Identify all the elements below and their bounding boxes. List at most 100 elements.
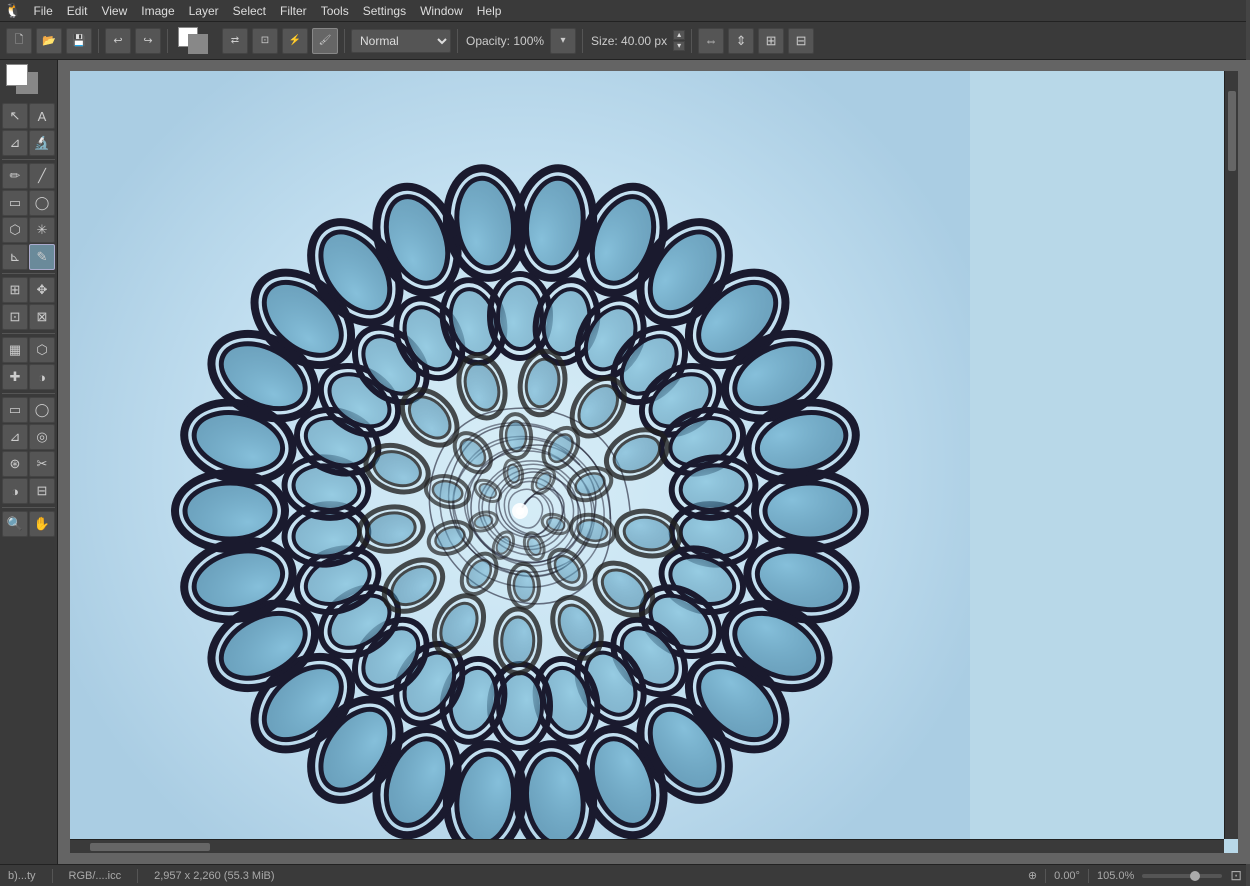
blend-mode-select[interactable]: Normal Dissolve Multiply Screen Overlay bbox=[351, 29, 451, 53]
tool-row-select-3: ⊛ ✂ bbox=[2, 451, 55, 477]
vertical-scrollbar[interactable] bbox=[1224, 71, 1238, 839]
tool-text[interactable]: A bbox=[29, 103, 55, 129]
artwork-canvas bbox=[70, 71, 970, 853]
tool-ellipse-select[interactable]: ◯ bbox=[29, 190, 55, 216]
tool-crop[interactable]: ⊡ bbox=[2, 304, 28, 330]
tool-zoom[interactable]: 🔍 bbox=[2, 511, 28, 537]
tool-row-3: ✏ ╱ bbox=[2, 163, 55, 189]
tool-pointer[interactable]: ↖ bbox=[2, 103, 28, 129]
menu-window[interactable]: Window bbox=[414, 2, 469, 20]
menu-tools[interactable]: Tools bbox=[315, 2, 355, 20]
tool-sep-5 bbox=[2, 507, 55, 508]
pointer-icon: ⊕ bbox=[1028, 869, 1037, 882]
tool-star[interactable]: ✳ bbox=[29, 217, 55, 243]
menu-edit[interactable]: Edit bbox=[61, 2, 94, 20]
tool-polygon[interactable]: ⬡ bbox=[2, 217, 28, 243]
toolbox: ↖ A ⊿ 🔬 ✏ ╱ ▭ ◯ ⬡ ✳ ⊾ ✎ ⊞ ✥ ⊡ bbox=[0, 60, 58, 864]
size-up-button[interactable]: ▴ bbox=[673, 30, 685, 40]
menu-filter[interactable]: Filter bbox=[274, 2, 313, 20]
statusbar-sep-3 bbox=[1045, 869, 1046, 883]
tool-eyedropper[interactable]: 🔬 bbox=[29, 130, 55, 156]
tool-row-2: ⊿ 🔬 bbox=[2, 130, 55, 156]
dimensions-label: 2,957 x 2,260 (55.3 MiB) bbox=[154, 870, 274, 882]
tool-sep-3 bbox=[2, 333, 55, 334]
opacity-down-button[interactable]: ▾ bbox=[550, 28, 576, 54]
tool-row-select-4: ◑ ⊟ bbox=[2, 478, 55, 504]
tool-heal[interactable]: ✚ bbox=[2, 364, 28, 390]
tool-row-9: ▦ ⬡ bbox=[2, 337, 55, 363]
tool-row-5: ⬡ ✳ bbox=[2, 217, 55, 243]
redo-button[interactable]: ↪ bbox=[135, 28, 161, 54]
tool-gradient[interactable]: ▦ bbox=[2, 337, 28, 363]
brush-select-button[interactable]: 🖌 bbox=[312, 28, 338, 54]
open-button[interactable]: 📂 bbox=[36, 28, 62, 54]
zoom-slider-thumb[interactable] bbox=[1190, 871, 1200, 881]
tool-dodge[interactable]: ◑ bbox=[29, 364, 55, 390]
size-down-button[interactable]: ▾ bbox=[673, 41, 685, 51]
tool-rect-sel2[interactable]: ▭ bbox=[2, 397, 28, 423]
background-color[interactable] bbox=[188, 34, 208, 54]
paint-mode-button[interactable]: ⚡ bbox=[282, 28, 308, 54]
reset-colors-button[interactable]: ⊡ bbox=[252, 28, 278, 54]
flip-horizontal-button[interactable]: ⇔ bbox=[698, 28, 724, 54]
tool-fg-sel[interactable]: ◑ bbox=[2, 478, 28, 504]
tool-move[interactable]: ✥ bbox=[29, 277, 55, 303]
statusbar-sep-2 bbox=[137, 869, 138, 883]
tool-sel-edit[interactable]: ⊟ bbox=[29, 478, 55, 504]
menubar: 🐧 File Edit View Image Layer Select Filt… bbox=[0, 0, 1250, 22]
tool-ellipse-sel[interactable]: ◯ bbox=[29, 397, 55, 423]
new-button[interactable]: 🗋 bbox=[6, 28, 32, 54]
vscroll-thumb[interactable] bbox=[1228, 91, 1236, 171]
menu-image[interactable]: Image bbox=[135, 2, 180, 20]
tool-sep-2 bbox=[2, 273, 55, 274]
tool-pencil[interactable]: ✏ bbox=[2, 163, 28, 189]
flip-vertical-button[interactable]: ⇕ bbox=[728, 28, 754, 54]
menu-settings[interactable]: Settings bbox=[357, 2, 412, 20]
filename-label: b)...ty bbox=[8, 870, 36, 882]
tool-free-sel[interactable]: ⊿ bbox=[2, 424, 28, 450]
gimp-logo: 🐧 bbox=[4, 2, 21, 19]
tool-scissors[interactable]: ✂ bbox=[29, 451, 55, 477]
tool-fuzzy-sel[interactable]: ◎ bbox=[29, 424, 55, 450]
grid-button[interactable]: ⊟ bbox=[788, 28, 814, 54]
tool-sel-by-color[interactable]: ⊛ bbox=[2, 451, 28, 477]
hscroll-thumb[interactable] bbox=[90, 843, 210, 851]
swap-colors-button[interactable]: ⇄ bbox=[222, 28, 248, 54]
tool-pan[interactable]: ✋ bbox=[29, 511, 55, 537]
toolbar: 🗋 📂 💾 ↩ ↪ ⇄ ⊡ ⚡ 🖌 Normal Dissolve Multip… bbox=[0, 22, 1250, 60]
opacity-label: Opacity: 100% bbox=[466, 34, 544, 48]
colorspace-label: RGB/....icc bbox=[69, 870, 122, 882]
menu-select[interactable]: Select bbox=[227, 2, 272, 20]
tool-row-6: ⊾ ✎ bbox=[2, 244, 55, 270]
menu-file[interactable]: File bbox=[27, 2, 58, 20]
tool-path-active[interactable]: ✎ bbox=[29, 244, 55, 270]
size-spinner[interactable]: ▴ ▾ bbox=[673, 30, 685, 51]
tool-transform[interactable]: ⊞ bbox=[2, 277, 28, 303]
toolbar-sep-6 bbox=[691, 29, 692, 53]
tool-color-sample[interactable]: ⬡ bbox=[29, 337, 55, 363]
zoom-slider[interactable] bbox=[1142, 874, 1222, 878]
statusbar-sep-4 bbox=[1088, 869, 1089, 883]
tool-rect-select[interactable]: ▭ bbox=[2, 190, 28, 216]
foreground-color-swatch[interactable] bbox=[6, 64, 28, 86]
horizontal-scrollbar[interactable] bbox=[70, 839, 1224, 853]
color-swatches bbox=[178, 27, 214, 55]
tool-placeholder[interactable]: ⊠ bbox=[29, 304, 55, 330]
save-button[interactable]: 💾 bbox=[66, 28, 92, 54]
undo-button[interactable]: ↩ bbox=[105, 28, 131, 54]
tool-row-4: ▭ ◯ bbox=[2, 190, 55, 216]
menu-help[interactable]: Help bbox=[471, 2, 508, 20]
tool-freehand[interactable]: ⊿ bbox=[2, 130, 28, 156]
transform-button[interactable]: ⊞ bbox=[758, 28, 784, 54]
menu-layer[interactable]: Layer bbox=[183, 2, 225, 20]
canvas[interactable] bbox=[70, 71, 1238, 853]
tool-row-10: ✚ ◑ bbox=[2, 364, 55, 390]
tool-sep-4 bbox=[2, 393, 55, 394]
color-picker-area bbox=[2, 64, 42, 100]
menu-view[interactable]: View bbox=[95, 2, 133, 20]
canvas-area[interactable] bbox=[58, 60, 1250, 864]
tool-path[interactable]: ⊾ bbox=[2, 244, 28, 270]
fullscreen-icon[interactable]: ⊡ bbox=[1230, 867, 1242, 884]
statusbar: b)...ty RGB/....icc 2,957 x 2,260 (55.3 … bbox=[0, 864, 1250, 886]
tool-line[interactable]: ╱ bbox=[29, 163, 55, 189]
